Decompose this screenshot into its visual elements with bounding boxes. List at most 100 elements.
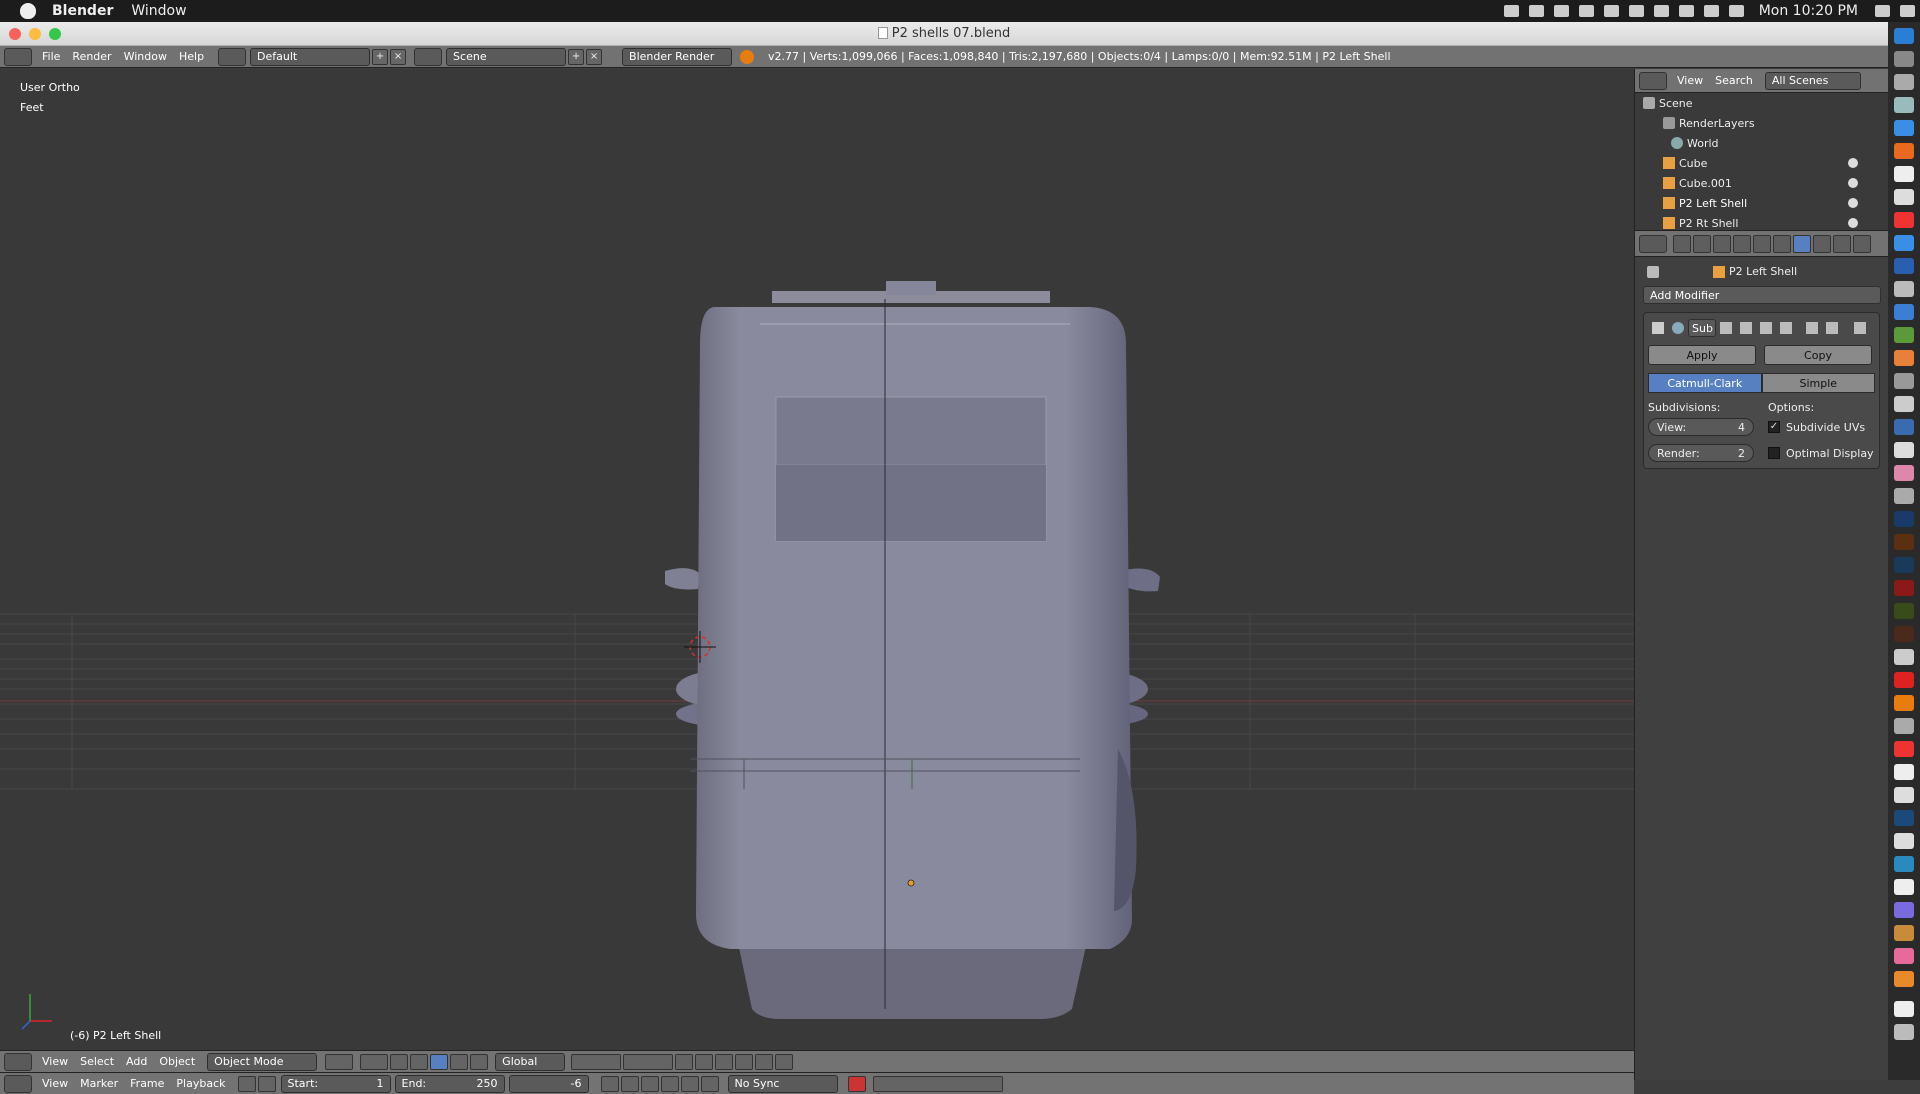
tl-menu-view[interactable]: View bbox=[36, 1075, 74, 1093]
lock-time-icon[interactable] bbox=[257, 1075, 276, 1092]
scale-manipulator[interactable] bbox=[450, 1053, 469, 1070]
add-modifier-select[interactable]: Add Modifier bbox=[1643, 286, 1881, 304]
writer-icon[interactable] bbox=[1894, 304, 1914, 320]
subdivide-uvs-checkbox[interactable]: ✓ bbox=[1768, 421, 1780, 433]
outliner-item-renderlayers[interactable]: RenderLayers bbox=[1635, 113, 1888, 133]
dropbox-icon[interactable] bbox=[1553, 5, 1569, 17]
play-reverse-icon[interactable] bbox=[640, 1075, 659, 1092]
modifier-name-field[interactable]: Sub bbox=[1688, 319, 1716, 337]
screen-layout-field[interactable]: Default bbox=[250, 47, 371, 66]
modifiers-tab[interactable] bbox=[1793, 234, 1811, 253]
itunes-icon[interactable] bbox=[1894, 948, 1914, 964]
jump-next-keyframe-icon[interactable] bbox=[680, 1075, 699, 1092]
editor-type-timeline-button[interactable] bbox=[4, 1074, 32, 1093]
vp-menu-object[interactable]: Object bbox=[153, 1053, 201, 1071]
word-icon[interactable] bbox=[1894, 258, 1914, 274]
photos-app-icon[interactable] bbox=[1894, 419, 1914, 435]
bluetooth-icon[interactable] bbox=[1653, 5, 1669, 17]
utility-icon[interactable] bbox=[1894, 718, 1914, 734]
app-icon-red[interactable] bbox=[1894, 741, 1914, 757]
editor-type-properties-button[interactable] bbox=[1639, 234, 1667, 253]
texture-tab[interactable] bbox=[1853, 234, 1871, 253]
render-toggle-icon[interactable] bbox=[1720, 322, 1732, 334]
blender-dock-icon[interactable] bbox=[1894, 695, 1914, 711]
editor-type-info-button[interactable] bbox=[4, 47, 32, 66]
layers-grid-1[interactable] bbox=[571, 1053, 622, 1070]
render-tab[interactable] bbox=[1673, 234, 1691, 253]
pin-icon[interactable] bbox=[1647, 265, 1659, 278]
opengl-anim-icon[interactable] bbox=[775, 1053, 794, 1070]
apple-icon[interactable] bbox=[20, 3, 36, 19]
photoshop-icon[interactable] bbox=[1894, 511, 1914, 527]
editor-type-outliner-button[interactable] bbox=[1639, 71, 1667, 90]
vp-menu-add[interactable]: Add bbox=[120, 1053, 153, 1071]
drive-icon[interactable] bbox=[1528, 5, 1544, 17]
interaction-mode-select[interactable]: Object Mode bbox=[207, 1052, 318, 1071]
pixel-app-icon[interactable] bbox=[1894, 879, 1914, 895]
end-frame-field[interactable]: End: 250 bbox=[394, 1074, 505, 1093]
scene-field[interactable]: Scene bbox=[446, 47, 567, 66]
outliner-item-scene[interactable]: Scene bbox=[1635, 93, 1888, 113]
ibooks-icon[interactable] bbox=[1894, 925, 1914, 941]
creative-cloud-icon[interactable] bbox=[1503, 5, 1519, 17]
visibility-eye-icon[interactable] bbox=[1848, 158, 1858, 168]
remove-scene-button[interactable]: × bbox=[586, 48, 603, 65]
view-levels-field[interactable]: View: 4 bbox=[1648, 418, 1754, 436]
illustrator-icon[interactable] bbox=[1894, 534, 1914, 550]
app-store-icon[interactable] bbox=[1894, 281, 1914, 297]
documents-folder-icon[interactable] bbox=[1894, 1001, 1914, 1017]
contacts-icon[interactable] bbox=[1894, 373, 1914, 389]
vp-menu-select[interactable]: Select bbox=[74, 1053, 120, 1071]
unreal-icon[interactable] bbox=[1894, 787, 1914, 803]
steam-icon[interactable] bbox=[1894, 810, 1914, 826]
menu-render[interactable]: Render bbox=[66, 48, 117, 66]
window-menu[interactable]: Window bbox=[131, 3, 186, 19]
outliner-item-p2-left-shell[interactable]: P2 Left Shell bbox=[1635, 193, 1888, 213]
render-levels-field[interactable]: Render: 2 bbox=[1648, 444, 1754, 462]
launchpad-icon[interactable] bbox=[1894, 51, 1914, 67]
outliner-item-cube[interactable]: Cube bbox=[1635, 153, 1888, 173]
outliner-item-p2-rt-shell[interactable]: P2 Rt Shell bbox=[1635, 213, 1888, 230]
start-frame-field[interactable]: Start: 1 bbox=[280, 1074, 391, 1093]
rotate-manipulator[interactable] bbox=[430, 1053, 449, 1070]
arduino-icon[interactable] bbox=[1894, 856, 1914, 872]
text-editor-icon[interactable] bbox=[1894, 396, 1914, 412]
lightroom-icon[interactable] bbox=[1894, 557, 1914, 573]
creative-cloud-dock-icon[interactable] bbox=[1894, 672, 1914, 688]
system-preferences-icon[interactable] bbox=[1894, 74, 1914, 90]
visibility-eye-icon[interactable] bbox=[1848, 178, 1858, 188]
manipulator-toggle[interactable] bbox=[390, 1053, 409, 1070]
outliner-item-world[interactable]: World bbox=[1635, 133, 1888, 153]
outliner-display-mode[interactable]: All Scenes bbox=[1764, 71, 1861, 90]
finder-icon[interactable] bbox=[1894, 28, 1914, 44]
safari-icon[interactable] bbox=[1894, 120, 1914, 136]
material-tab[interactable] bbox=[1833, 234, 1851, 253]
visibility-eye-icon[interactable] bbox=[1848, 218, 1858, 228]
mission-control-icon[interactable] bbox=[1894, 97, 1914, 113]
trash-icon[interactable] bbox=[1894, 1024, 1914, 1040]
object-tab[interactable] bbox=[1753, 234, 1771, 253]
stickies-icon[interactable] bbox=[1894, 488, 1914, 504]
vp-menu-view[interactable]: View bbox=[36, 1053, 74, 1071]
messages-icon[interactable] bbox=[1894, 235, 1914, 251]
volume-icon[interactable] bbox=[1728, 5, 1744, 17]
calendar-icon[interactable] bbox=[1894, 212, 1914, 228]
epic-games-icon[interactable] bbox=[1894, 764, 1914, 780]
current-frame-field[interactable]: -6 bbox=[508, 1074, 589, 1093]
numbers-icon[interactable] bbox=[1894, 327, 1914, 343]
star-app-icon[interactable] bbox=[1894, 902, 1914, 918]
move-down-icon[interactable] bbox=[1826, 322, 1838, 334]
muse-icon[interactable] bbox=[1894, 603, 1914, 619]
layers-grid-2[interactable] bbox=[623, 1053, 674, 1070]
preview-icon[interactable] bbox=[1894, 189, 1914, 205]
editor-type-3dview-button[interactable] bbox=[4, 1052, 32, 1071]
eject-icon[interactable] bbox=[1628, 5, 1644, 17]
simple-option[interactable]: Simple bbox=[1761, 373, 1875, 393]
snap-icon[interactable] bbox=[715, 1053, 734, 1070]
image-capture-icon[interactable] bbox=[1894, 442, 1914, 458]
transform-orientation-select[interactable]: Global bbox=[495, 1052, 566, 1071]
collapse-arrow-icon[interactable] bbox=[1652, 322, 1664, 334]
remove-layout-button[interactable]: × bbox=[390, 48, 407, 65]
render-layers-tab[interactable] bbox=[1693, 234, 1711, 253]
outliner-item-cube-001[interactable]: Cube.001 bbox=[1635, 173, 1888, 193]
